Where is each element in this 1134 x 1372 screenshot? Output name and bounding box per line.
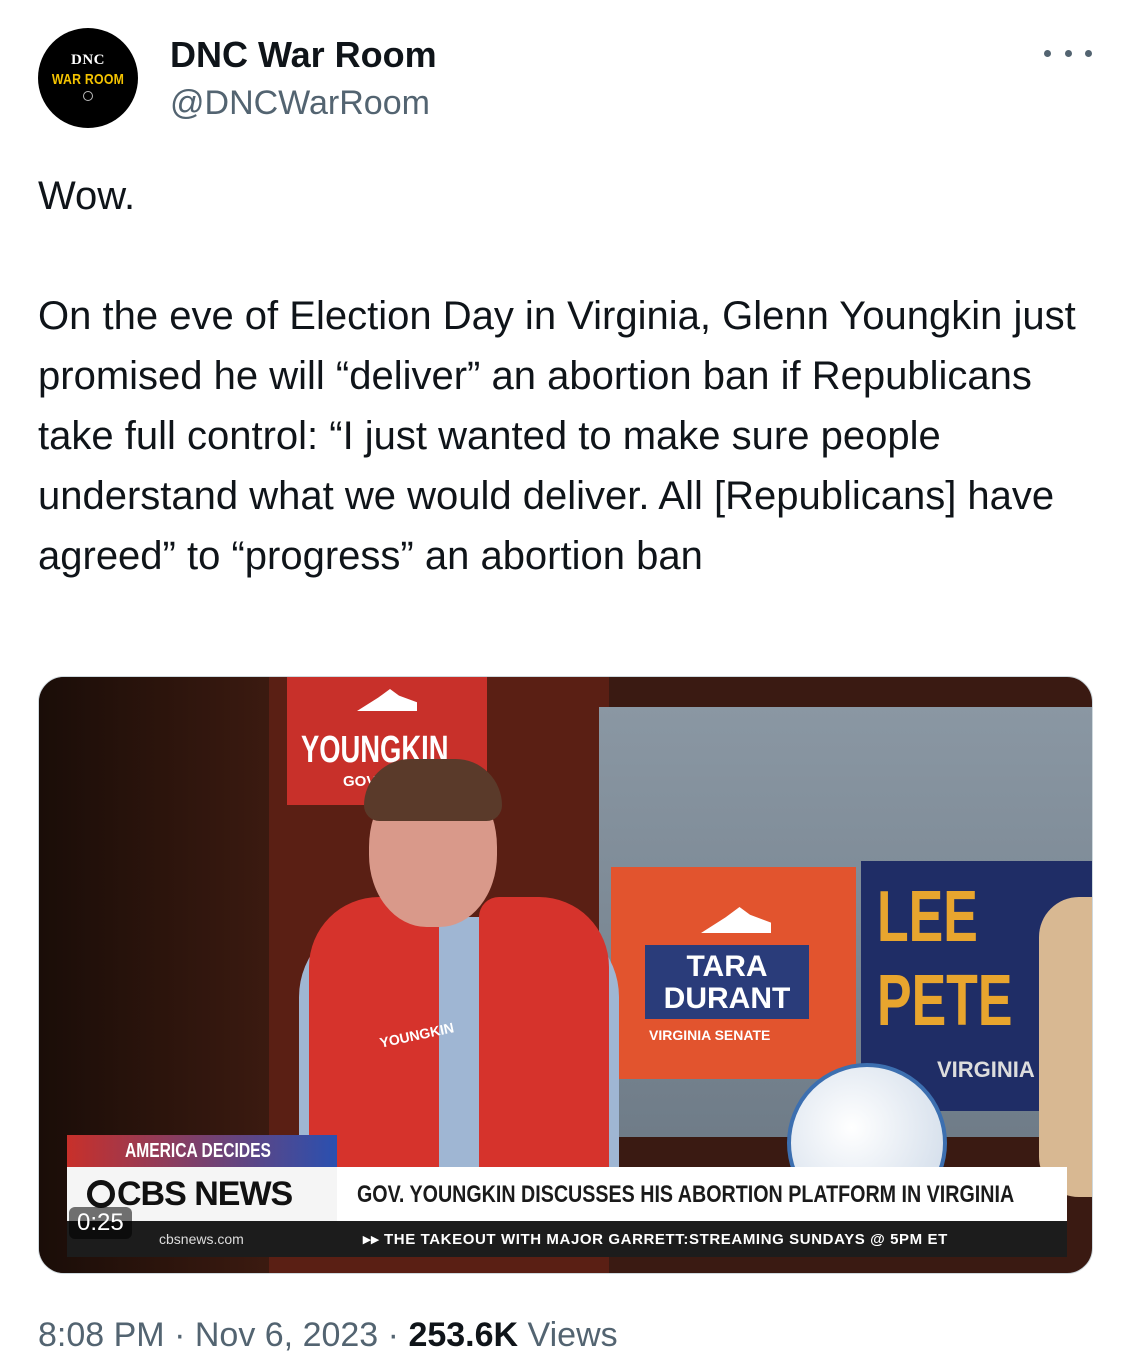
author-handle[interactable]: @DNCWarRoom [170, 84, 430, 123]
more-options-icon[interactable] [1038, 38, 1098, 68]
dot [1044, 49, 1051, 57]
meta-separator: · [174, 1316, 186, 1354]
lee-sign-line1: LEE [877, 877, 978, 957]
headline-bar: CBS NEWS GOV. YOUNGKIN DISCUSSES HIS ABO… [67, 1167, 1067, 1221]
tara-first: TARA [686, 950, 768, 983]
dot [1064, 49, 1072, 57]
america-decides-tag: AMERICA DECIDES [67, 1135, 337, 1167]
virginia-shape-icon [701, 907, 771, 933]
person-hair [364, 759, 502, 821]
views-count: 253.6K [408, 1316, 519, 1354]
video-player[interactable]: YOUNGKIN GOV TARA DURANT VIRGINIA SENATE… [38, 676, 1093, 1274]
cbs-eye-icon [87, 1180, 115, 1208]
dot [1085, 49, 1092, 57]
ticker-bar: cbsnews.com ▸▸ THE TAKEOUT WITH MAJOR GA… [67, 1221, 1067, 1257]
lee-sign-sub: VIRGINIA [937, 1057, 1035, 1082]
author-name[interactable]: DNC War Room [170, 34, 437, 76]
tweet-meta: 8:08 PM · Nov 6, 2023 · 253.6K Views [38, 1316, 618, 1355]
person-vest-right [479, 897, 609, 1167]
avatar-seal-icon [83, 91, 93, 101]
lee-sign-line2: PETE [877, 961, 1013, 1041]
tweet-text: Wow. On the eve of Election Day in Virgi… [38, 174, 1076, 578]
avatar[interactable]: DNC WAR ROOM [38, 28, 138, 128]
news-headline: GOV. YOUNGKIN DISCUSSES HIS ABORTION PLA… [357, 1181, 1015, 1208]
views-label: Views [527, 1316, 618, 1354]
video-duration: 0:25 [69, 1207, 132, 1239]
site-url: cbsnews.com [159, 1231, 244, 1247]
ticker-text: ▸▸ THE TAKEOUT WITH MAJOR GARRETT:STREAM… [363, 1231, 948, 1248]
tara-last: DURANT [663, 982, 791, 1015]
virginia-shape-icon [357, 689, 417, 711]
meta-separator: · [387, 1316, 399, 1354]
tara-sign-sub: VIRGINIA SENATE [649, 1027, 771, 1043]
tara-name-box: TARA DURANT [645, 945, 809, 1019]
america-decides-text: AMERICA DECIDES [125, 1140, 271, 1162]
cbs-news-text: CBS NEWS [117, 1175, 293, 1213]
tweet-time[interactable]: 8:08 PM [38, 1316, 165, 1354]
avatar-text-dnc: DNC [71, 52, 105, 68]
tweet-header: DNC WAR ROOM DNC War Room @DNCWarRoom [38, 28, 1098, 128]
tweet-date[interactable]: Nov 6, 2023 [195, 1316, 378, 1354]
tara-durant-sign: TARA DURANT VIRGINIA SENATE [611, 867, 856, 1079]
avatar-text-war-room: WAR ROOM [51, 71, 125, 88]
news-lower-third: AMERICA DECIDES CBS NEWS GOV. YOUNGKIN D… [67, 1135, 1067, 1257]
